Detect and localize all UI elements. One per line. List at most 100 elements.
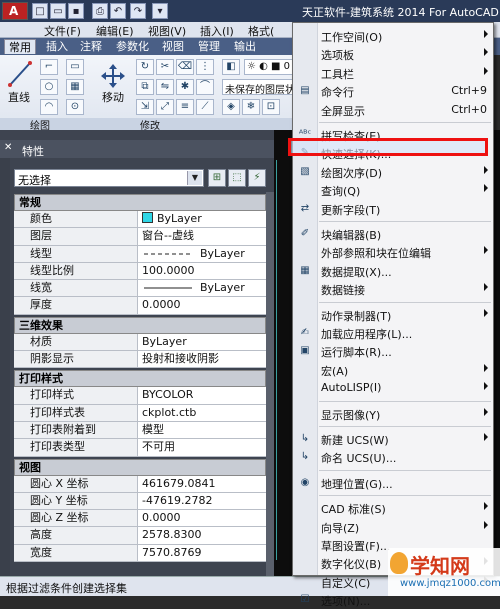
ellipse-icon[interactable]: ⊙	[66, 99, 84, 115]
array-icon[interactable]: ⋮	[196, 59, 214, 75]
menu-format[interactable]: 格式(	[248, 23, 274, 39]
property-value[interactable]: 461679.0841	[138, 475, 266, 492]
property-value[interactable]: 100.0000	[138, 262, 266, 280]
menu-item[interactable]: 动作录制器(T)	[317, 306, 493, 323]
customize-toolbar-icon[interactable]: ▾	[152, 3, 168, 19]
menu-item[interactable]: 工作空间(O)	[317, 27, 493, 44]
menu-view[interactable]: 视图(V)	[148, 23, 186, 39]
menu-item[interactable]: 更新字段(T)	[317, 200, 493, 217]
fillet-icon[interactable]: ⌒	[196, 79, 214, 95]
property-row[interactable]: 线型 ByLayer	[14, 245, 266, 263]
menu-item[interactable]: 外部参照和块在位编辑	[317, 243, 493, 260]
property-value[interactable]: 0.0000	[138, 510, 266, 527]
print-icon[interactable]: ⎙	[92, 3, 108, 19]
menu-item[interactable]: 运行脚本(R)...	[317, 342, 493, 359]
tab-home[interactable]: 常用	[4, 39, 36, 54]
property-value[interactable]: ByLayer	[138, 280, 266, 297]
menu-item[interactable]: 查询(Q)	[317, 181, 493, 198]
tab-parametric[interactable]: 参数化	[112, 39, 153, 54]
erase-icon[interactable]: ⌫	[176, 59, 194, 75]
layer-freeze-icon[interactable]: ❄	[242, 99, 260, 115]
property-value[interactable]: ByLayer	[138, 333, 266, 351]
new-icon[interactable]: □	[32, 3, 48, 19]
property-value[interactable]: ckplot.ctb	[138, 404, 266, 421]
menu-item[interactable]: 向导(Z)	[317, 518, 493, 535]
tab-manage[interactable]: 管理	[194, 39, 224, 54]
layer-dropdown[interactable]: ☼ ◐ ■ 0	[244, 59, 296, 75]
menu-edit[interactable]: 编辑(E)	[96, 23, 134, 39]
property-row[interactable]: 圆心 Y 坐标 -47619.2782	[14, 492, 266, 511]
scale-icon[interactable]: ⤢	[156, 99, 174, 115]
open-icon[interactable]: ▭	[50, 3, 66, 19]
property-row[interactable]: 圆心 X 坐标 461679.0841	[14, 475, 266, 493]
property-row[interactable]: 打印样式 BYCOLOR	[14, 387, 266, 405]
property-value[interactable]: BYCOLOR	[138, 387, 266, 404]
circle-icon[interactable]: ○	[40, 79, 58, 95]
property-value[interactable]: -47619.2782	[138, 492, 266, 510]
property-row[interactable]: 圆心 Z 坐标 0.0000	[14, 510, 266, 528]
property-row[interactable]: 宽度 7570.8769	[14, 544, 266, 563]
rotate-icon[interactable]: ↻	[136, 59, 154, 75]
property-value[interactable]: 2578.8300	[138, 527, 266, 544]
property-row[interactable]: 颜色 ByLayer	[14, 211, 266, 229]
property-section-header[interactable]: 打印样式	[14, 370, 266, 388]
property-section-header[interactable]: 视图	[14, 458, 266, 476]
property-value[interactable]: 不可用	[138, 439, 266, 456]
tab-insert[interactable]: 插入	[42, 39, 72, 54]
property-row[interactable]: 高度 2578.8300	[14, 527, 266, 545]
redo-icon[interactable]: ↷	[130, 3, 146, 19]
rectangle-icon[interactable]: ▭	[66, 59, 84, 75]
property-value[interactable]: 窗台--虚线	[138, 228, 266, 245]
toggle-pickadd-icon[interactable]: ⊞	[208, 169, 226, 187]
trim-icon[interactable]: ✂	[156, 59, 174, 75]
property-row[interactable]: 线宽 ByLayer	[14, 280, 266, 298]
property-section-header[interactable]: 常规	[14, 194, 266, 211]
property-row[interactable]: 厚度 0.0000	[14, 297, 266, 315]
line-tool-icon[interactable]	[6, 59, 34, 89]
layer-isolate-icon[interactable]: ◈	[222, 99, 240, 115]
layer-state-dropdown[interactable]: 未保存的图层状	[222, 79, 296, 95]
menu-item[interactable]: 显示图像(Y)	[317, 405, 493, 422]
layer-lock-icon[interactable]: ⊡	[262, 99, 280, 115]
undo-icon[interactable]: ↶	[110, 3, 126, 19]
tab-output[interactable]: 输出	[230, 39, 260, 54]
copy-icon[interactable]: ⧉	[136, 79, 154, 95]
properties-scrollbar[interactable]	[266, 192, 274, 576]
menu-item[interactable]: 块编辑器(B)	[317, 225, 493, 242]
menu-item[interactable]: 宏(A)	[317, 361, 493, 378]
property-row[interactable]: 打印表附着到 模型	[14, 421, 266, 440]
layer-properties-icon[interactable]: ◧	[222, 59, 240, 75]
arc-icon[interactable]: ◠	[40, 99, 58, 115]
menu-item[interactable]: 全屏显示 Ctrl+0	[317, 101, 493, 118]
hatch-icon[interactable]: ▦	[66, 79, 84, 95]
menu-item[interactable]: 数据链接	[317, 280, 493, 297]
close-icon[interactable]: ✕	[4, 143, 15, 154]
offset-icon[interactable]: ≡	[176, 99, 194, 115]
menu-item[interactable]: 选项板	[317, 45, 493, 62]
menu-item[interactable]: 命令行 Ctrl+9	[317, 82, 493, 99]
property-value[interactable]: 模型	[138, 421, 266, 439]
tab-view[interactable]: 视图	[158, 39, 188, 54]
property-value[interactable]: ByLayer	[138, 245, 266, 262]
chamfer-icon[interactable]: ⟋	[196, 99, 214, 115]
menu-item[interactable]: CAD 标准(S)	[317, 499, 493, 516]
polyline-icon[interactable]: ⌐	[40, 59, 58, 75]
selection-dropdown[interactable]: 无选择 ▼	[14, 169, 204, 187]
menu-item[interactable]: 工具栏	[317, 64, 493, 81]
menu-item[interactable]: 数据提取(X)...	[317, 262, 493, 279]
property-row[interactable]: 阴影显示 投射和接收阴影	[14, 351, 266, 369]
quick-select-icon[interactable]: ⚡	[248, 169, 266, 187]
property-row[interactable]: 打印样式表 ckplot.ctb	[14, 404, 266, 422]
move-tool-icon[interactable]	[100, 63, 126, 89]
property-row[interactable]: 打印表类型 不可用	[14, 439, 266, 457]
menu-item[interactable]: 地理位置(G)...	[317, 474, 493, 491]
property-section-header[interactable]: 三维效果	[14, 316, 266, 334]
menu-file[interactable]: 文件(F)	[44, 23, 81, 39]
application-menu-button[interactable]: A	[2, 2, 28, 20]
property-row[interactable]: 图层 窗台--虚线	[14, 228, 266, 246]
menu-item[interactable]: 加载应用程序(L)...	[317, 324, 493, 341]
menu-item[interactable]: 绘图次序(D)	[317, 163, 493, 180]
tab-annotate[interactable]: 注释	[76, 39, 106, 54]
property-value[interactable]: ByLayer	[138, 211, 266, 228]
property-row[interactable]: 线型比例 100.0000	[14, 262, 266, 281]
